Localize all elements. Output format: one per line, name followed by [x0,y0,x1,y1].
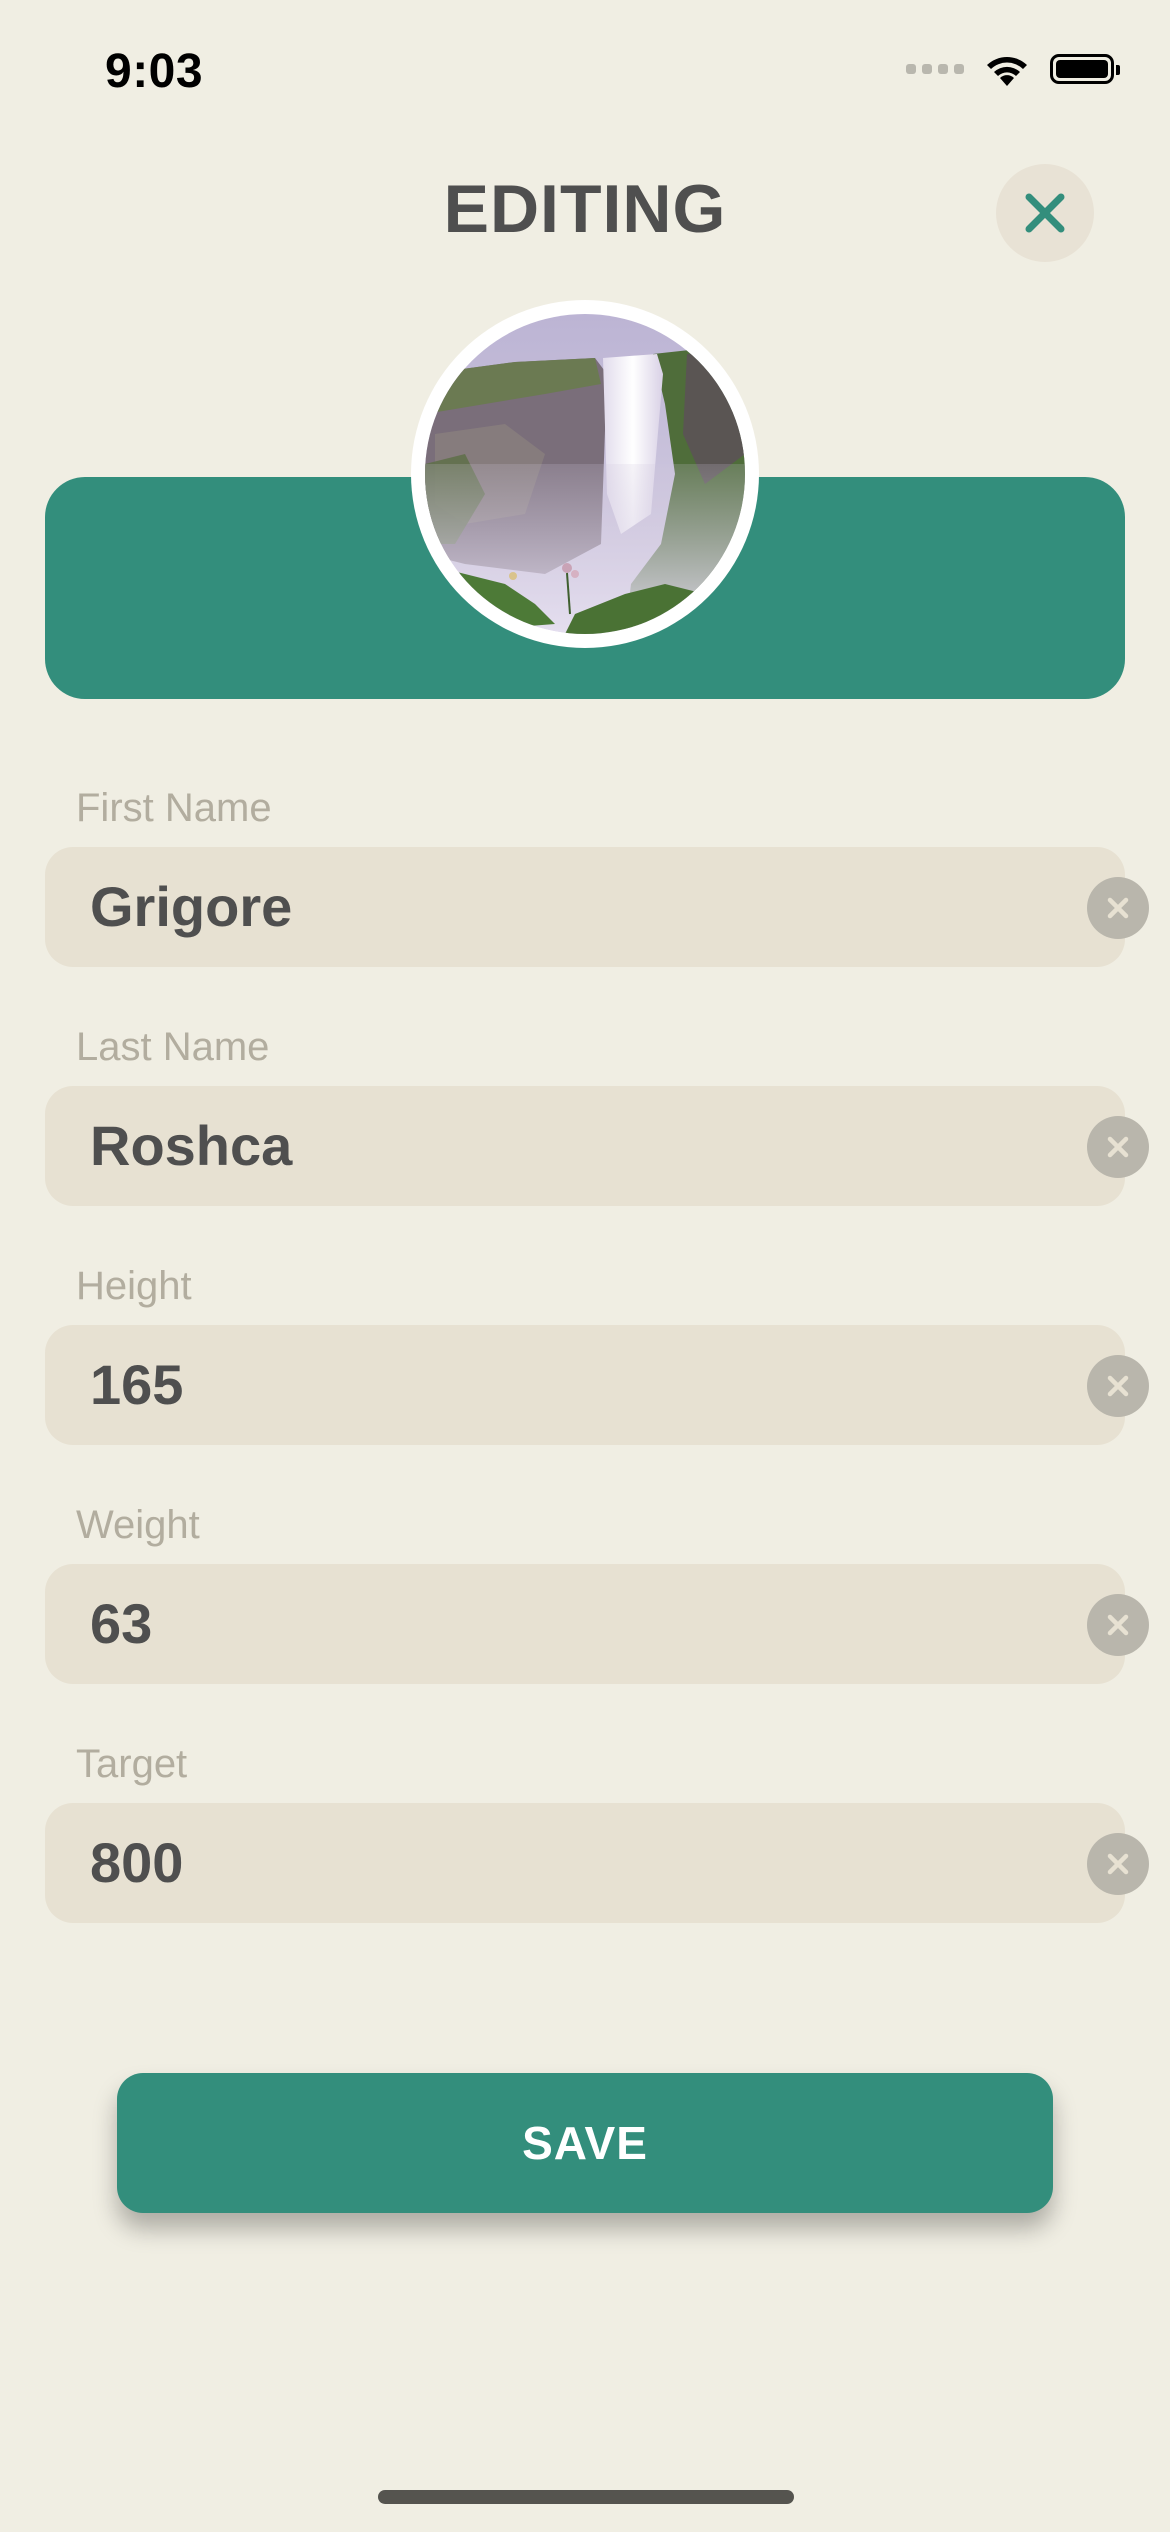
first-name-value[interactable]: Grigore [90,847,292,967]
target-field[interactable]: 800 [45,1803,1149,1923]
avatar[interactable] [411,300,759,648]
weight-clear-button[interactable] [1087,1594,1149,1656]
page-title: EDITING [443,171,727,247]
clear-icon [1107,897,1129,919]
weight-label: Weight [76,1503,200,1547]
target-value[interactable]: 800 [90,1803,183,1923]
weight-value[interactable]: 63 [90,1564,152,1684]
home-indicator[interactable] [378,2490,794,2504]
status-icons [906,50,1120,88]
waterfall-photo [425,314,745,634]
status-time: 9:03 [105,45,204,98]
target-label: Target [76,1742,188,1786]
status-bar: 9:03 [0,0,1170,150]
first-name-clear-button[interactable] [1087,877,1149,939]
last-name-label: Last Name [76,1025,270,1069]
wifi-icon [987,57,1027,86]
target-clear-button[interactable] [1087,1833,1149,1895]
first-name-label: First Name [76,786,272,830]
first-name-field[interactable]: Grigore [45,847,1149,967]
last-name-field[interactable]: Roshca [45,1086,1149,1206]
battery-icon [1050,54,1120,84]
height-clear-button[interactable] [1087,1355,1149,1417]
last-name-clear-button[interactable] [1087,1116,1149,1178]
close-icon [1025,193,1065,233]
cellular-signal-icon [906,64,964,74]
save-button[interactable]: SAVE [117,2073,1053,2213]
close-button[interactable] [996,164,1094,262]
last-name-value[interactable]: Roshca [90,1086,292,1206]
clear-icon [1107,1853,1129,1875]
weight-field[interactable]: 63 [45,1564,1149,1684]
clear-icon [1107,1136,1129,1158]
clear-icon [1107,1614,1129,1636]
clear-icon [1107,1375,1129,1397]
height-label: Height [76,1264,192,1308]
height-field[interactable]: 165 [45,1325,1149,1445]
height-value[interactable]: 165 [90,1325,183,1445]
